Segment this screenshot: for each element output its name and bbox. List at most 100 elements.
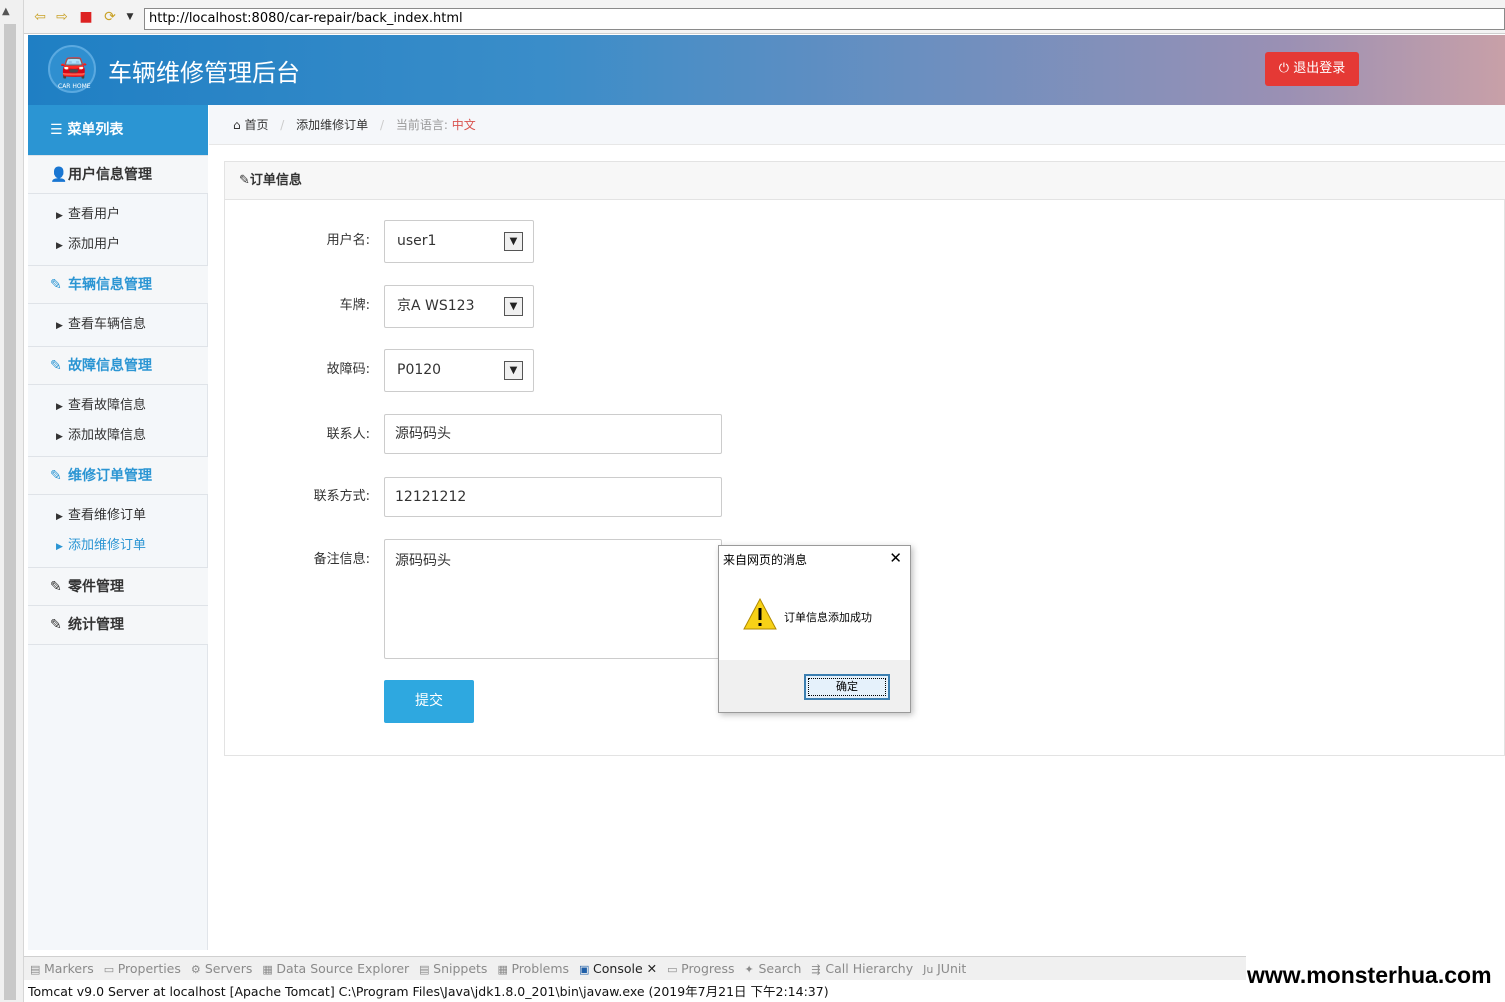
tab-search[interactable]: ✦ Search (744, 957, 801, 982)
back-icon[interactable]: ⇦ (32, 9, 48, 25)
tab-junit[interactable]: Ju JUnit (923, 957, 966, 982)
sidebar: ☰ 菜单列表 👤用户信息管理 ▶ 查看用户 ▶ 添加用户 ✎ 车辆信息管理 ▶ 查看车辆… (28, 105, 208, 950)
sidebar-item-add-order[interactable]: ▶ 添加维修订单 (28, 531, 208, 561)
tab-servers[interactable]: ⚙ Servers (191, 957, 253, 982)
chevron-down-icon[interactable]: ▼ (504, 361, 523, 380)
plate-value: 京A WS123 (397, 298, 475, 314)
tab-label: Data Source Explorer (276, 961, 410, 976)
caret-right-icon: ▶ (56, 542, 63, 552)
sidebar-item-view-vehicles[interactable]: ▶ 查看车辆信息 (28, 310, 208, 340)
submit-button[interactable]: 提交 (384, 680, 474, 723)
breadcrumb-separator: / (280, 118, 285, 132)
chevron-down-icon[interactable]: ▼ (504, 297, 523, 316)
stop-icon[interactable]: ■ (78, 9, 94, 25)
junit-icon: Ju (923, 963, 934, 976)
problems-icon: ▦ (497, 963, 508, 976)
sidebar-group-stats[interactable]: ✎ 统计管理 (28, 606, 208, 645)
username-select[interactable]: user1 ▼ (384, 220, 534, 263)
tab-snippets[interactable]: ▤ Snippets (419, 957, 487, 982)
panel-header: ✎订单信息 (225, 162, 1505, 200)
ok-button[interactable]: 确定 (804, 674, 890, 700)
group-label: 车辆信息管理 (68, 277, 152, 293)
logout-button[interactable]: ⏻ 退出登录 (1265, 52, 1359, 86)
tab-data-source-explorer[interactable]: ▦ Data Source Explorer (262, 957, 409, 982)
plate-select[interactable]: 京A WS123 ▼ (384, 285, 534, 328)
edit-icon: ✎ (50, 579, 62, 595)
phone-label: 联系方式: (313, 489, 370, 504)
sidebar-group-user[interactable]: 👤用户信息管理 (28, 155, 208, 194)
sidebar-item-view-users[interactable]: ▶ 查看用户 (28, 200, 208, 230)
sidebar-group-fault[interactable]: ✎ 故障信息管理 (28, 346, 208, 385)
item-label: 查看用户 (68, 207, 121, 222)
fault-code-label: 故障码: (326, 362, 370, 377)
sidebar-item-add-user[interactable]: ▶ 添加用户 (28, 230, 208, 260)
scroll-up-icon[interactable]: ▲ (2, 6, 10, 17)
logo: 🚘 CAR HOME (48, 45, 96, 93)
sidebar-item-add-fault[interactable]: ▶ 添加故障信息 (28, 421, 208, 451)
properties-icon: ▭ (103, 963, 115, 976)
phone-input[interactable]: 12121212 (384, 477, 722, 517)
tab-progress[interactable]: ▭ Progress (667, 957, 734, 982)
close-icon[interactable]: ✕ (647, 961, 657, 976)
logo-text: CAR HOME (58, 83, 91, 90)
forward-icon[interactable]: ⇨ (54, 9, 70, 25)
contact-input[interactable]: 源码码头 (384, 414, 722, 454)
dialog-message: 订单信息添加成功 (784, 611, 872, 624)
tab-problems[interactable]: ▦ Problems (497, 957, 569, 982)
caret-right-icon: ▶ (56, 211, 63, 221)
group-label: 维修订单管理 (68, 468, 152, 484)
item-label: 添加用户 (68, 237, 121, 252)
dialog-title: 来自网页的消息 (723, 553, 808, 567)
app-header: 🚘 CAR HOME 车辆维修管理后台 ⏻ 退出登录 (28, 35, 1505, 105)
caret-right-icon: ▶ (56, 432, 63, 442)
plate-label: 车牌: (339, 298, 370, 313)
username-value: user1 (397, 233, 437, 249)
tab-properties[interactable]: ▭ Properties (104, 957, 181, 982)
watermark: www.monsterhua.com (1247, 956, 1505, 1002)
console-status: Tomcat v9.0 Server at localhost [Apache … (24, 981, 1246, 1002)
breadcrumb-separator: / (380, 118, 385, 132)
contact-label: 联系人: (326, 427, 370, 442)
snippets-icon: ▤ (419, 963, 430, 976)
tab-label: Call Hierarchy (825, 961, 914, 976)
item-label: 添加故障信息 (68, 428, 147, 443)
tab-call-hierarchy[interactable]: ⇶ Call Hierarchy (811, 957, 913, 982)
sidebar-group-order[interactable]: ✎ 维修订单管理 (28, 456, 208, 495)
close-icon[interactable]: ✕ (889, 549, 902, 567)
address-bar[interactable]: http://localhost:8080/car-repair/back_in… (144, 8, 1505, 30)
fault-code-select[interactable]: P0120 ▼ (384, 349, 534, 392)
tab-label: Progress (681, 961, 735, 976)
sidebar-group-parts[interactable]: ✎ 零件管理 (28, 567, 208, 606)
caret-right-icon: ▶ (56, 402, 63, 412)
caret-right-icon: ▶ (56, 241, 63, 251)
language-label: 当前语言: (395, 118, 448, 132)
item-label: 查看维修订单 (68, 508, 147, 523)
tab-label: Markers (44, 961, 94, 976)
sidebar-group-vehicle[interactable]: ✎ 车辆信息管理 (28, 265, 208, 304)
item-label: 查看车辆信息 (68, 317, 147, 332)
caret-right-icon: ▶ (56, 512, 63, 522)
edit-icon: ✎ (50, 468, 62, 484)
sidebar-item-view-orders[interactable]: ▶ 查看维修订单 (28, 501, 208, 531)
language-value[interactable]: 中文 (452, 118, 476, 132)
power-icon: ⏻ (1278, 61, 1290, 76)
app-title: 车辆维修管理后台 (108, 59, 300, 87)
sidebar-item-view-faults[interactable]: ▶ 查看故障信息 (28, 391, 208, 421)
edit-icon: ✎ (239, 173, 250, 188)
menu-title: 菜单列表 (67, 122, 124, 138)
console-icon: ▣ (579, 963, 590, 976)
tab-console[interactable]: ▣ Console ✕ (579, 957, 657, 982)
tab-markers[interactable]: ▤ Markers (30, 957, 94, 982)
database-icon: ▦ (262, 963, 273, 976)
breadcrumb-home[interactable]: 首页 (244, 118, 268, 132)
refresh-icon[interactable]: ⟳ (102, 9, 118, 25)
dropdown-icon[interactable]: ▼ (122, 9, 138, 25)
username-label: 用户名: (326, 233, 370, 248)
remark-textarea[interactable]: 源码码头 (384, 539, 722, 659)
group-label: 故障信息管理 (68, 358, 152, 374)
vertical-scrollbar[interactable] (4, 24, 16, 1000)
chevron-down-icon[interactable]: ▼ (504, 232, 523, 251)
browser-toolbar: ⇦ ⇨ ■ ⟳ ▼ http://localhost:8080/car-repa… (24, 0, 1505, 34)
tab-label: Servers (204, 961, 253, 976)
tab-label: Search (758, 961, 802, 976)
